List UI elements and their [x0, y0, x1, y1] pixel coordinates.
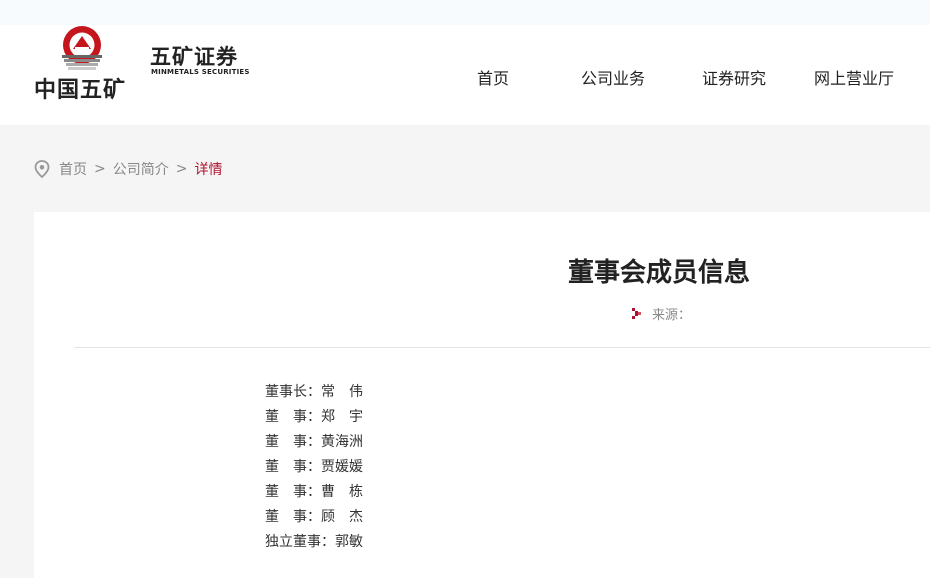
- list-item: 董 事：郑 宇: [265, 409, 363, 425]
- list-item: 董事长：常 伟: [265, 384, 363, 400]
- nav-item-online-hall[interactable]: 网上营业厅: [814, 65, 894, 89]
- nav-item-business[interactable]: 公司业务: [581, 65, 645, 89]
- source-label: 来源：: [652, 308, 692, 323]
- breadcrumb-current: 详情: [194, 162, 223, 178]
- article-card: 董事会成员信息 来源： 董事长：常 伟 董 事：郑 宇 董 事：黄海洲 董 事：…: [34, 212, 930, 578]
- source-marker-icon: [632, 308, 641, 319]
- breadcrumb-separator: >: [94, 161, 106, 177]
- article-source: 来源：: [632, 304, 691, 323]
- nav-item-home[interactable]: 首页: [477, 65, 509, 89]
- breadcrumb-separator: >: [175, 161, 188, 177]
- list-item: 董 事：曹 栋: [265, 484, 363, 500]
- article-title: 董事会成员信息: [568, 258, 751, 288]
- breadcrumb-home-link[interactable]: 首页: [59, 159, 87, 179]
- top-strip: [0, 0, 930, 25]
- list-item: 董 事：顾 杰: [265, 509, 363, 525]
- title-divider: [74, 347, 930, 348]
- list-item: 董 事：黄海洲: [265, 434, 363, 450]
- main-nav: 首页 公司业务 证券研究 网上营业厅: [0, 65, 930, 89]
- site-header: 中国五矿 五矿证券 MINMETALS SECURITIES 首页 公司业务 证…: [0, 25, 930, 125]
- breadcrumb: 首页 > 公司简介 > 详情: [34, 159, 222, 179]
- list-item: 独立董事：郭敏: [265, 534, 363, 550]
- breadcrumb-about-link[interactable]: 公司简介: [113, 159, 169, 179]
- list-item: 董 事：贾媛媛: [265, 459, 363, 475]
- location-pin-icon: [34, 160, 50, 178]
- board-members-list: 董事长：常 伟 董 事：郑 宇 董 事：黄海洲 董 事：贾媛媛 董 事：曹 栋 …: [265, 380, 363, 555]
- nav-item-research[interactable]: 证券研究: [702, 65, 766, 89]
